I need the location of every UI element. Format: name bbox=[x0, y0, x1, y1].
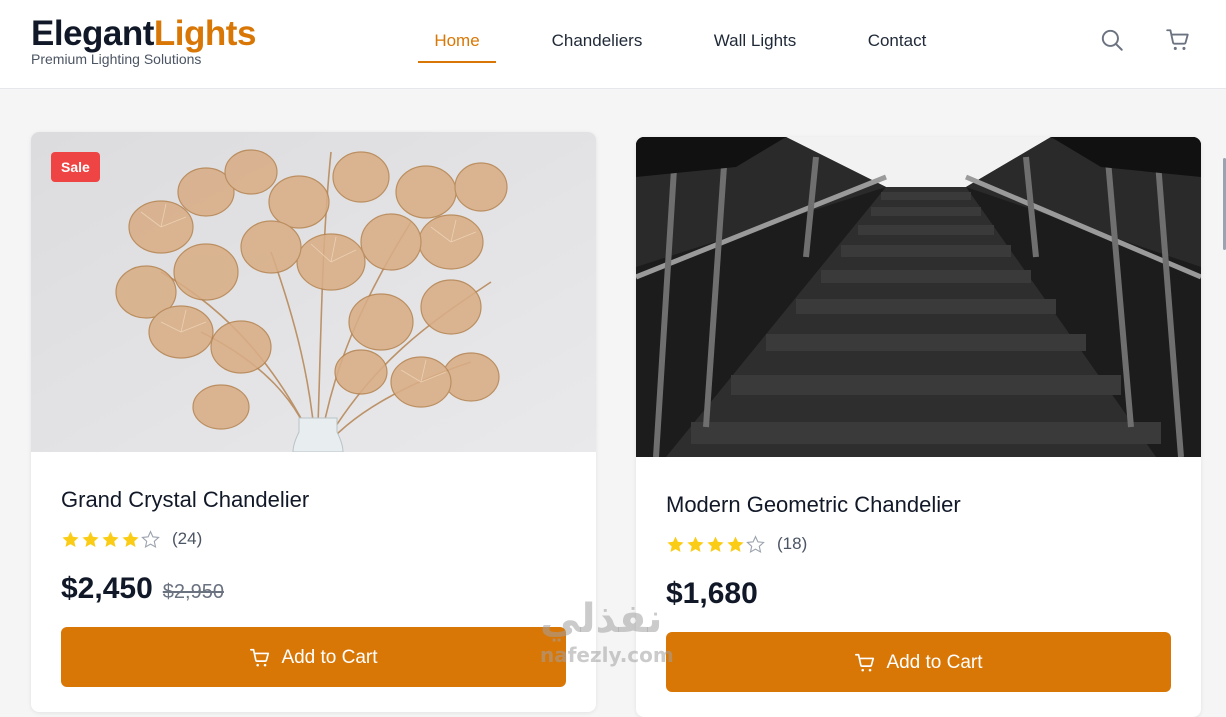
main-nav: Home Chandeliers Wall Lights Contact bbox=[418, 28, 927, 63]
site-header: ElegantLights Premium Lighting Solutions… bbox=[0, 0, 1226, 89]
star-filled-icon bbox=[122, 531, 139, 547]
star-filled-icon bbox=[82, 531, 99, 547]
sale-badge: Sale bbox=[51, 152, 100, 182]
star-filled-icon bbox=[707, 536, 724, 552]
product-card[interactable]: Sale Grand Crystal Chandelier (24) $2,45… bbox=[31, 132, 596, 712]
review-count: (24) bbox=[172, 529, 203, 548]
search-icon[interactable] bbox=[1099, 27, 1125, 53]
product-card[interactable]: Modern Geometric Chandelier (18) $1,680 … bbox=[636, 137, 1201, 717]
watermark-arabic: نفذلي bbox=[540, 596, 663, 642]
current-price: $2,450 bbox=[61, 572, 153, 605]
logo-main: Elegant bbox=[31, 14, 154, 53]
logo[interactable]: ElegantLights Premium Lighting Solutions bbox=[31, 14, 256, 67]
nav-wall-lights[interactable]: Wall Lights bbox=[713, 28, 797, 63]
add-to-cart-button[interactable]: Add to Cart bbox=[666, 632, 1171, 692]
watermark: نفذلي nafezly.com bbox=[540, 597, 674, 667]
product-image-staircase[interactable] bbox=[636, 137, 1201, 457]
star-rating: (24) bbox=[61, 529, 202, 549]
star-filled-icon bbox=[727, 536, 744, 552]
star-rating: (18) bbox=[666, 534, 807, 554]
current-price: $1,680 bbox=[666, 577, 758, 610]
star-empty-icon bbox=[746, 534, 765, 553]
price-row: $2,450 $2,950 bbox=[61, 572, 224, 606]
product-title[interactable]: Grand Crystal Chandelier bbox=[61, 487, 309, 513]
star-filled-icon bbox=[102, 531, 119, 547]
price-row: $1,680 bbox=[666, 577, 758, 611]
original-price: $2,950 bbox=[162, 581, 224, 603]
add-to-cart-button[interactable]: Add to Cart bbox=[61, 627, 566, 687]
product-title[interactable]: Modern Geometric Chandelier bbox=[666, 492, 961, 518]
logo-title: ElegantLights bbox=[31, 14, 256, 54]
review-count: (18) bbox=[777, 534, 808, 553]
product-image-gold-leaves[interactable]: Sale bbox=[31, 132, 596, 452]
star-empty-icon bbox=[141, 529, 160, 548]
star-filled-icon bbox=[667, 536, 684, 552]
logo-accent: Lights bbox=[153, 14, 256, 53]
cart-icon[interactable] bbox=[1165, 27, 1191, 53]
add-to-cart-label: Add to Cart bbox=[281, 647, 378, 668]
cart-icon bbox=[250, 648, 270, 667]
nav-home[interactable]: Home bbox=[418, 28, 496, 63]
watermark-latin: nafezly.com bbox=[540, 643, 674, 667]
star-filled-icon bbox=[687, 536, 704, 552]
nav-chandeliers[interactable]: Chandeliers bbox=[551, 28, 643, 63]
nav-contact[interactable]: Contact bbox=[867, 28, 927, 63]
star-filled-icon bbox=[62, 531, 79, 547]
